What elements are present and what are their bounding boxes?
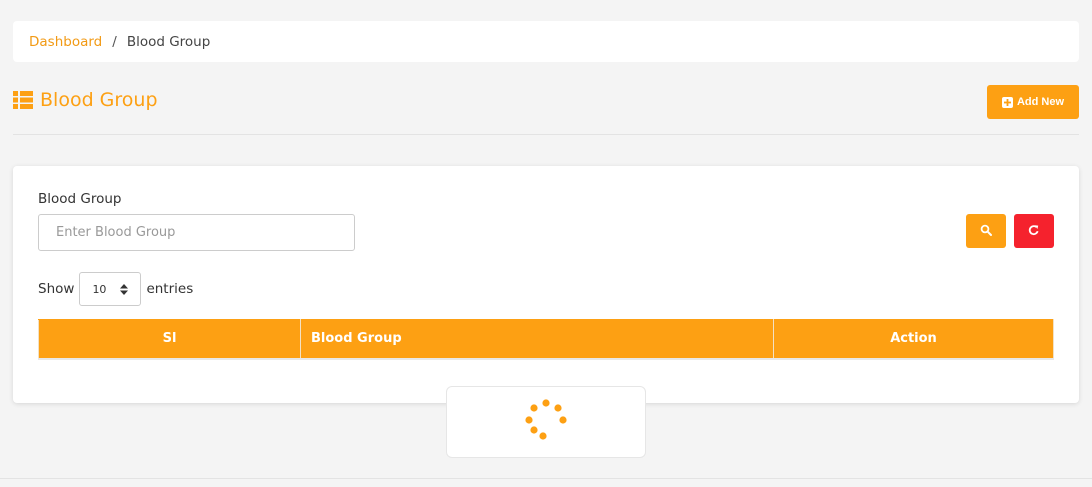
add-new-button[interactable]: Add New bbox=[987, 85, 1079, 119]
entries-label: entries bbox=[146, 281, 194, 297]
page-title: Blood Group bbox=[13, 89, 158, 111]
blood-group-table: Sl Blood Group Action bbox=[38, 319, 1054, 360]
breadcrumb-dashboard-link[interactable]: Dashboard bbox=[29, 34, 102, 50]
breadcrumb: Dashboard / Blood Group bbox=[13, 21, 1079, 62]
show-label: Show bbox=[38, 281, 75, 297]
search-button[interactable] bbox=[966, 214, 1006, 248]
refresh-icon bbox=[1028, 224, 1040, 239]
spinner-icon bbox=[524, 398, 568, 446]
breadcrumb-current: Blood Group bbox=[126, 33, 211, 50]
entries-select[interactable]: 10 bbox=[79, 272, 142, 306]
blood-group-label: Blood Group bbox=[38, 191, 122, 207]
column-header-blood-group[interactable]: Blood Group bbox=[300, 319, 774, 360]
entries-select-value: 10 bbox=[92, 282, 107, 296]
sort-icon bbox=[120, 283, 129, 295]
search-icon bbox=[980, 224, 992, 239]
loading-indicator bbox=[446, 386, 646, 458]
list-icon bbox=[13, 91, 33, 109]
show-entries-control: Show 10 entries bbox=[38, 272, 193, 306]
page-header: Blood Group Add New bbox=[13, 84, 1079, 135]
column-header-action[interactable]: Action bbox=[773, 319, 1054, 360]
column-header-sl[interactable]: Sl bbox=[38, 319, 301, 360]
footer-divider bbox=[0, 478, 1092, 479]
reset-button[interactable] bbox=[1014, 214, 1054, 248]
breadcrumb-separator: / bbox=[112, 33, 117, 50]
add-new-label: Add New bbox=[1016, 96, 1065, 108]
table-header-row: Sl Blood Group Action bbox=[38, 319, 1054, 360]
page-title-text: Blood Group bbox=[40, 89, 158, 111]
blood-group-input[interactable] bbox=[38, 214, 355, 251]
filter-table-card: Blood Group Show 10 bbox=[13, 166, 1079, 403]
plus-square-icon bbox=[1001, 96, 1013, 108]
